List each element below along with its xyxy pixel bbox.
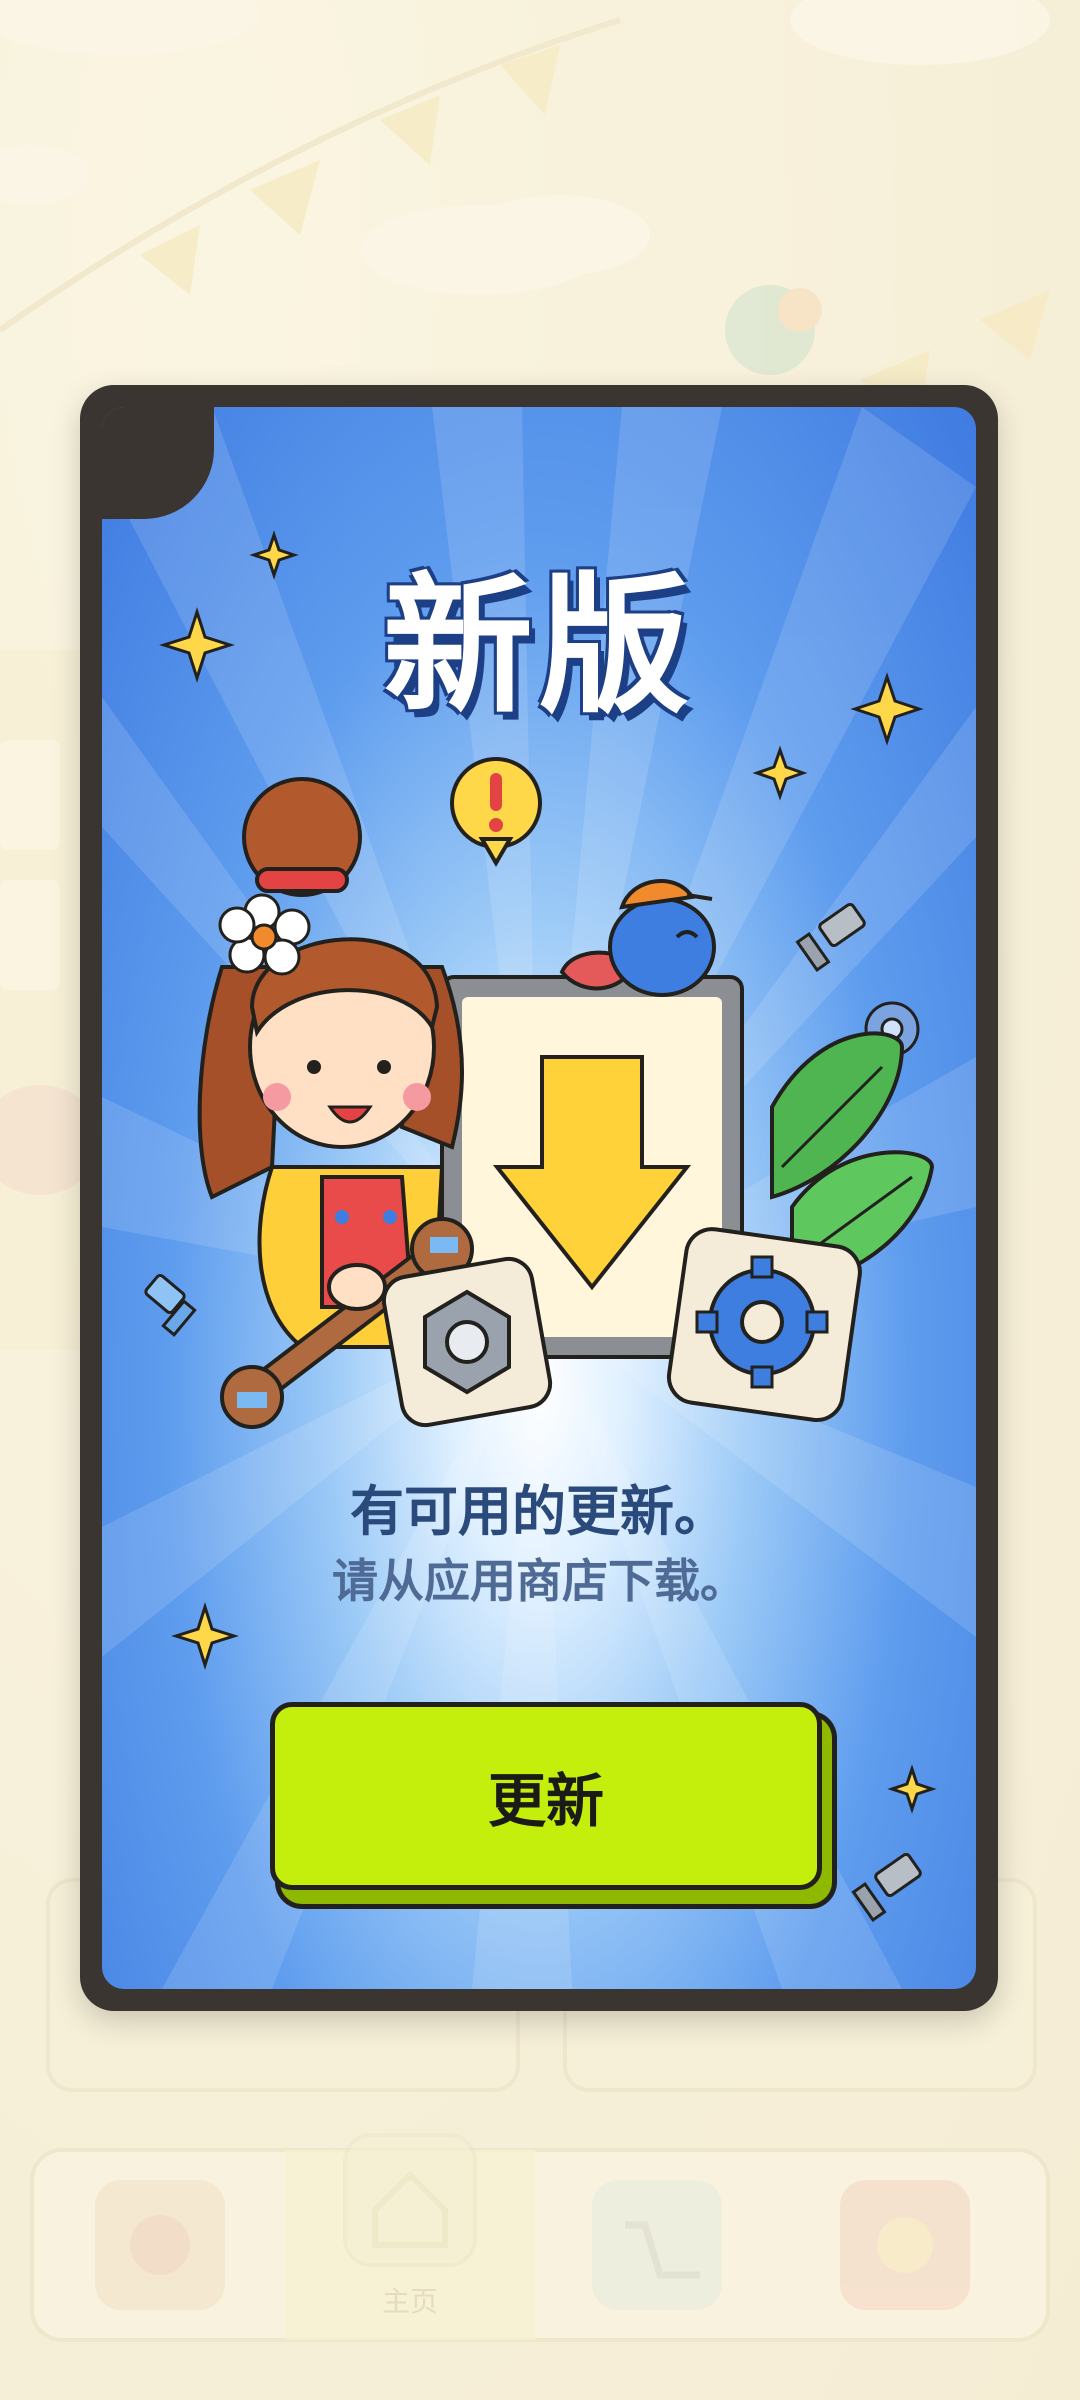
download-instruction-message: 请从应用商店下载。 — [332, 1554, 746, 1608]
bird-icon — [559, 879, 716, 997]
gear-block-icon — [666, 1227, 862, 1423]
nut-block-icon — [381, 1256, 553, 1428]
flower-icon — [218, 893, 311, 976]
update-available-message: 有可用的更新。 — [350, 1480, 728, 1543]
update-button[interactable]: 更新 — [270, 1702, 822, 1890]
alert-bubble-icon — [450, 757, 542, 867]
dialog-panel: 新版 有可用的更新。 请从应用商店下载。 更新 — [102, 407, 976, 1989]
update-button-label: 更新 — [487, 1767, 604, 1835]
update-dialog: 新版 有可用的更新。 请从应用商店下载。 更新 — [80, 385, 998, 2011]
